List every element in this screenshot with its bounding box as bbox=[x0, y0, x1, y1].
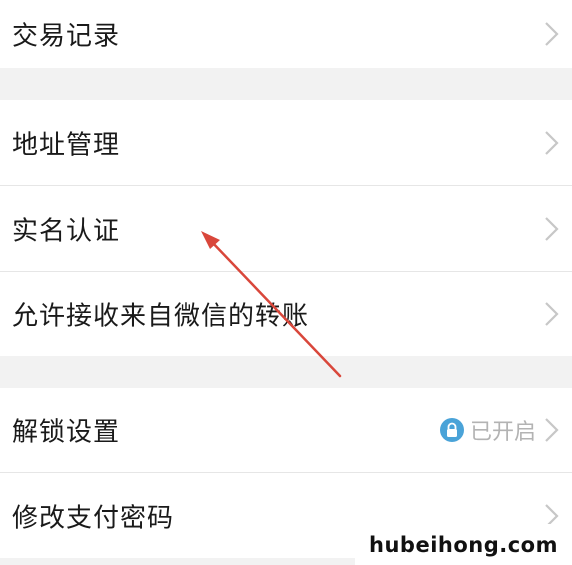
menu-item-label: 地址管理 bbox=[12, 130, 121, 160]
watermark: hubeihong.com bbox=[355, 524, 572, 565]
chevron-right-icon bbox=[542, 416, 560, 444]
menu-item-allow-wechat-transfer[interactable]: 允许接收来自微信的转账 bbox=[0, 272, 572, 356]
menu-item-transaction-records[interactable]: 交易记录 bbox=[0, 0, 572, 68]
chevron-right-icon bbox=[542, 20, 560, 48]
menu-item-address-management[interactable]: 地址管理 bbox=[0, 100, 572, 185]
menu-item-real-name-verification[interactable]: 实名认证 bbox=[0, 186, 572, 271]
watermark-text: hubeihong.com bbox=[369, 532, 558, 557]
chevron-right-icon bbox=[542, 300, 560, 328]
menu-item-label: 允许接收来自微信的转账 bbox=[12, 301, 310, 332]
unlock-status: 已开启 bbox=[439, 414, 536, 446]
settings-list: 交易记录 地址管理 实名认证 允许接收来自微信的转账 解锁设置 已开启 修改支付… bbox=[0, 0, 572, 565]
chevron-right-icon bbox=[542, 215, 560, 243]
menu-item-label: 解锁设置 bbox=[12, 417, 121, 448]
chevron-right-icon bbox=[542, 129, 560, 157]
status-text: 已开启 bbox=[469, 420, 536, 445]
menu-item-label: 修改支付密码 bbox=[12, 503, 175, 533]
menu-item-label: 交易记录 bbox=[12, 21, 121, 52]
menu-item-unlock-settings[interactable]: 解锁设置 已开启 bbox=[0, 388, 572, 472]
lock-icon bbox=[439, 418, 464, 442]
menu-item-label: 实名认证 bbox=[12, 216, 121, 246]
